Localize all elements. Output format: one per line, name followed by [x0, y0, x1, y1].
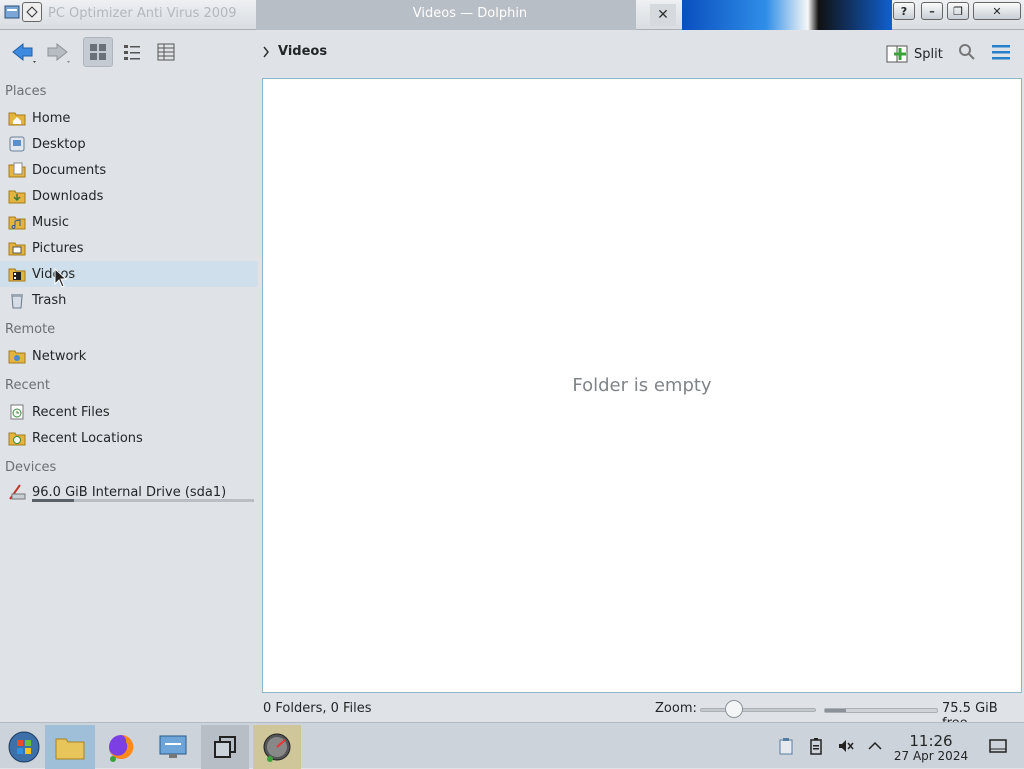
restore-button[interactable]: ❐ — [947, 2, 969, 20]
downloads-folder-icon — [8, 187, 26, 205]
drive-usage-fill — [32, 499, 75, 502]
system-settings-icon — [159, 735, 187, 758]
hamburger-menu-icon — [992, 45, 1010, 60]
free-space-bar — [824, 708, 938, 713]
start-orb-icon — [8, 731, 40, 763]
sidebar-item-label: Recent Locations — [32, 430, 143, 446]
places-panel: Places Home Desktop Documents Downloads … — [0, 78, 260, 722]
sidebar-item-videos[interactable]: Videos — [0, 261, 258, 287]
network-folder-icon — [8, 347, 26, 365]
music-folder-icon — [8, 213, 26, 231]
recent-files-icon — [8, 403, 26, 421]
sidebar-item-downloads[interactable]: Downloads — [0, 183, 258, 209]
taskbar-disk-utility[interactable] — [253, 725, 301, 769]
close-button[interactable]: ✕ — [973, 2, 1021, 20]
compact-view-icon — [124, 45, 140, 60]
clock-time[interactable]: 11:26 — [896, 732, 966, 750]
sidebar-item-label: Recent Files — [32, 404, 110, 420]
drive-icon — [8, 483, 26, 501]
recent-locations-icon — [8, 429, 26, 447]
search-button[interactable] — [952, 37, 982, 67]
section-recent-title: Recent — [5, 378, 50, 393]
compact-view-button[interactable] — [117, 37, 147, 67]
desktop-folder-icon — [8, 135, 26, 153]
taskbar-firefox[interactable] — [97, 725, 145, 769]
zoom-slider-handle[interactable] — [724, 700, 743, 718]
documents-folder-icon — [8, 161, 26, 179]
mouse-cursor-icon — [54, 267, 68, 292]
window-titlebar[interactable]: PC Optimizer Anti Virus 2009 Videos — Do… — [0, 0, 1024, 30]
sidebar-item-label: Home — [32, 110, 71, 126]
pictures-folder-icon — [8, 239, 26, 257]
gauge-icon — [263, 733, 291, 762]
sidebar-item-desktop[interactable]: Desktop — [0, 131, 258, 157]
status-text: 0 Folders, 0 Files — [263, 701, 372, 716]
split-label: Split — [914, 46, 943, 62]
search-icon — [959, 44, 975, 60]
sidebar-item-label: Desktop — [32, 136, 86, 152]
back-button[interactable] — [8, 37, 38, 67]
arrow-left-icon — [12, 42, 36, 63]
section-places-title: Places — [5, 84, 47, 99]
menu-button[interactable] — [986, 37, 1016, 67]
section-remote-title: Remote — [5, 322, 56, 337]
icons-view-icon — [90, 44, 106, 60]
clock-date[interactable]: 27 Apr 2024 — [890, 749, 972, 763]
sidebar-item-label: Trash — [32, 292, 67, 308]
split-view-icon — [886, 45, 908, 63]
arrow-right-icon — [47, 42, 70, 63]
sidebar-item-recent-files[interactable]: Recent Files — [0, 399, 258, 425]
breadcrumb[interactable]: Videos — [262, 44, 327, 59]
folder-icon — [55, 738, 85, 760]
zoom-label: Zoom: — [655, 701, 697, 716]
help-button[interactable]: ? — [893, 2, 915, 20]
details-view-icon — [157, 43, 175, 61]
show-desktop-icon[interactable] — [989, 737, 1007, 755]
taskbar-window-switcher[interactable] — [201, 725, 249, 769]
home-folder-icon — [8, 109, 26, 127]
drive-usage-bar — [32, 499, 254, 502]
sidebar-item-label: Network — [32, 348, 87, 364]
zoom-slider[interactable] — [700, 708, 816, 712]
start-menu-button[interactable] — [0, 725, 48, 769]
icons-view-button[interactable] — [83, 37, 113, 67]
toolbar: Videos Split — [0, 30, 1024, 78]
sidebar-item-label: Music — [32, 214, 69, 230]
sidebar-item-trash[interactable]: Trash — [0, 287, 258, 313]
split-button[interactable]: Split — [886, 41, 943, 67]
sidebar-item-music[interactable]: Music — [0, 209, 258, 235]
file-view[interactable]: Folder is empty — [262, 78, 1022, 693]
minimize-button[interactable]: – — [921, 2, 943, 20]
trash-icon — [8, 291, 26, 309]
firefox-icon — [109, 734, 134, 762]
volume-muted-icon[interactable] — [837, 737, 855, 755]
chevron-up-icon[interactable] — [866, 737, 884, 755]
sidebar-item-documents[interactable]: Documents — [0, 157, 258, 183]
title-close-icon[interactable]: ✕ — [650, 4, 676, 26]
sidebar-item-home[interactable]: Home — [0, 105, 258, 131]
details-view-button[interactable] — [151, 37, 181, 67]
free-space-fill — [825, 709, 847, 712]
sidebar-item-pictures[interactable]: Pictures — [0, 235, 258, 261]
taskbar: 11:26 27 Apr 2024 — [0, 722, 1024, 769]
videos-folder-icon — [8, 265, 26, 283]
taskbar-system-settings[interactable] — [149, 725, 197, 769]
clipboard-tray-icon[interactable] — [777, 737, 795, 755]
battery-tray-icon[interactable] — [807, 737, 825, 755]
sidebar-item-label: 96.0 GiB Internal Drive (sda1) — [32, 484, 227, 500]
section-devices-title: Devices — [5, 460, 57, 475]
taskbar-dolphin[interactable] — [45, 725, 95, 769]
empty-folder-message: Folder is empty — [572, 375, 712, 396]
forward-button[interactable] — [42, 37, 72, 67]
sidebar-item-label: Documents — [32, 162, 107, 178]
sidebar-item-recent-locations[interactable]: Recent Locations — [0, 425, 258, 451]
breadcrumb-current[interactable]: Videos — [278, 44, 327, 59]
sidebar-item-network[interactable]: Network — [0, 343, 258, 369]
status-bar: 0 Folders, 0 Files Zoom: 75.5 GiB free — [0, 696, 1024, 731]
sidebar-item-label: Pictures — [32, 240, 84, 256]
window-title: Videos — Dolphin — [412, 6, 528, 21]
chevron-right-icon — [263, 46, 269, 57]
windows-overlap-icon — [214, 736, 236, 758]
sidebar-item-label: Downloads — [32, 188, 104, 204]
